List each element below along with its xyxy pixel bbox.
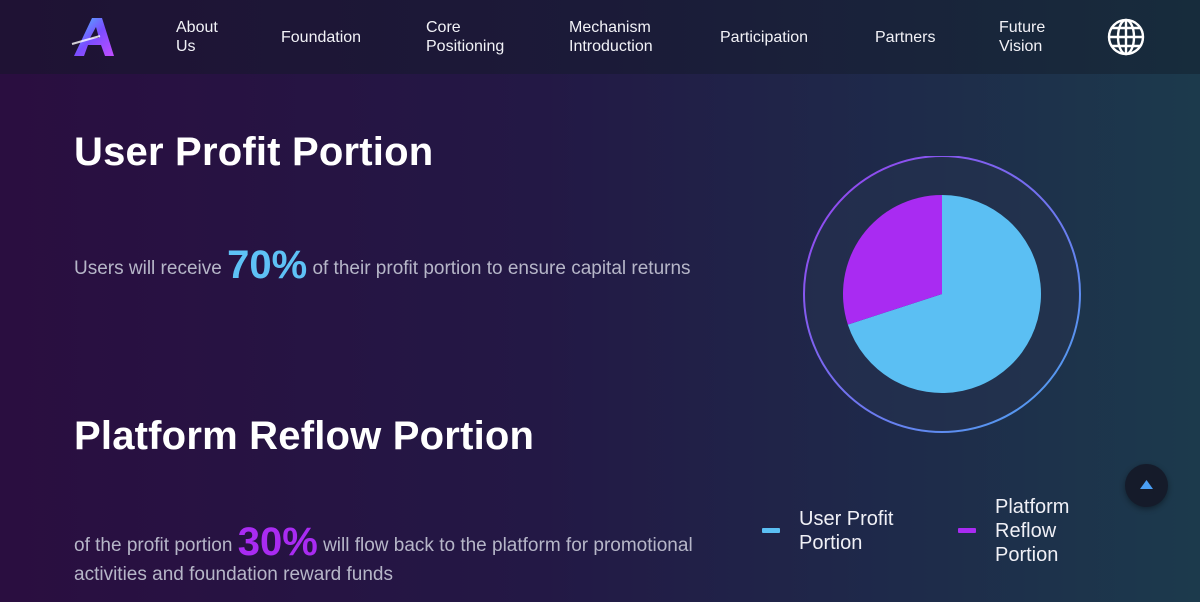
nav-future-vision[interactable]: Future Vision	[999, 18, 1045, 56]
scroll-to-top-button[interactable]	[1125, 464, 1168, 507]
nav-about-us[interactable]: About Us	[176, 18, 218, 56]
nav-partners[interactable]: Partners	[875, 28, 935, 47]
user-profit-text-after: of their profit portion to ensure capita…	[312, 258, 691, 279]
nav-partners-label: Partners	[875, 29, 936, 46]
platform-reflow-heading: Platform Reflow Portion	[74, 414, 535, 458]
legend-user-line2: Portion	[799, 532, 863, 554]
legend-swatch-platform	[958, 528, 976, 533]
legend-platform-line1: Platform	[995, 496, 1070, 518]
nav-foundation-label: Foundation	[281, 29, 362, 46]
nav-participation-label: Participation	[720, 29, 809, 46]
platform-text-line2: activities and foundation reward funds	[74, 564, 393, 585]
nav-about-us-label-1: About	[176, 19, 218, 36]
platform-text-before: of the profit portion	[74, 535, 233, 556]
nav-mechanism-label-2: Introduction	[569, 38, 653, 55]
legend-item-user-profit: User Profit Portion	[799, 507, 893, 555]
globe-icon[interactable]	[1106, 17, 1146, 57]
user-profit-text-before: Users will receive	[74, 258, 222, 279]
nav-core-positioning[interactable]: Core Positioning	[426, 18, 504, 56]
legend-platform-line2: Reflow	[995, 520, 1057, 542]
legend-item-platform-reflow: Platform Reflow Portion	[995, 495, 1069, 567]
user-profit-percent: 70%	[227, 243, 308, 287]
platform-reflow-percent: 30%	[237, 520, 318, 564]
nav-future-vision-label-1: Future	[999, 19, 1046, 36]
brand-logo-icon[interactable]	[70, 14, 118, 58]
arrow-up-icon	[1140, 480, 1153, 489]
platform-text-after: will flow back to the platform for promo…	[323, 535, 693, 556]
nav-future-vision-label-2: Vision	[999, 38, 1043, 55]
profit-split-pie-chart	[803, 156, 1081, 433]
user-profit-description: Users will receive 70% of their profit p…	[74, 243, 691, 288]
nav-core-positioning-label-2: Positioning	[426, 38, 505, 55]
legend-user-line1: User Profit	[799, 508, 894, 530]
platform-reflow-description: of the profit portion 30% will flow back…	[74, 522, 693, 589]
legend-swatch-user	[762, 528, 780, 533]
nav-mechanism-introduction[interactable]: Mechanism Introduction	[569, 18, 653, 56]
nav-participation[interactable]: Participation	[720, 28, 808, 47]
top-navigation-bar: About Us Foundation Core Positioning Mec…	[0, 0, 1200, 74]
nav-about-us-label-2: Us	[176, 38, 196, 55]
nav-foundation[interactable]: Foundation	[281, 28, 361, 47]
legend-platform-line3: Portion	[995, 544, 1059, 566]
user-profit-heading: User Profit Portion	[74, 130, 434, 174]
nav-core-positioning-label-1: Core	[426, 19, 461, 36]
nav-mechanism-label-1: Mechanism	[569, 19, 651, 36]
